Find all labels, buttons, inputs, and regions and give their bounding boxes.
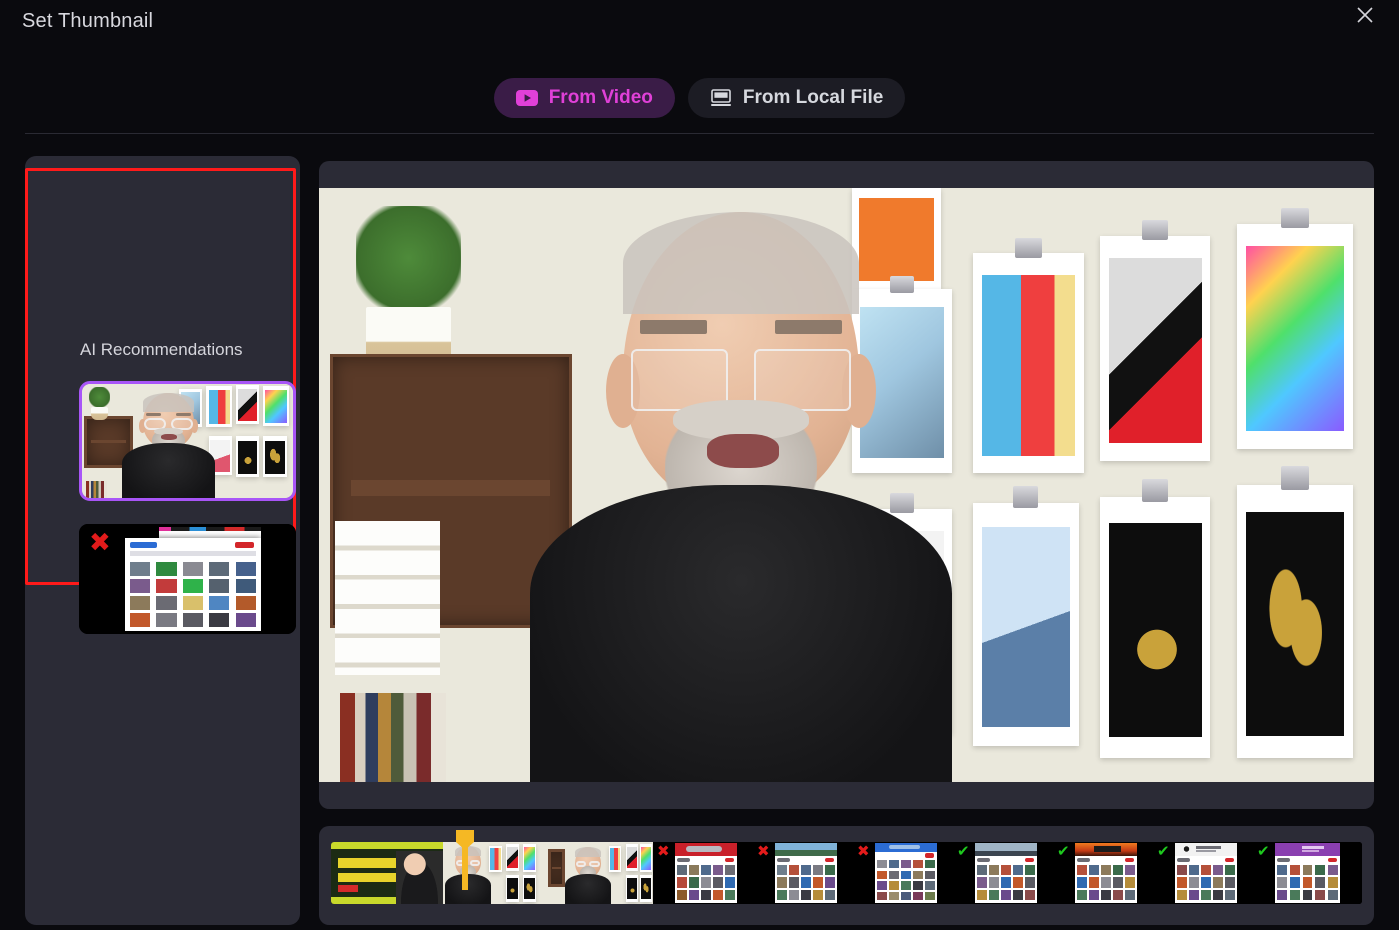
header-divider	[25, 133, 1374, 134]
frame-mark-icon: ✖	[657, 842, 670, 860]
frame-mark-icon: ✔	[1157, 842, 1170, 860]
tab-from-local-file-label: From Local File	[742, 87, 884, 108]
monitor-icon	[710, 89, 732, 107]
filmstrip-frame[interactable]	[331, 842, 443, 904]
frame-mark-icon: ✖	[857, 842, 870, 860]
frame-mark-icon: ✖	[757, 842, 770, 860]
video-preview-panel	[319, 161, 1374, 809]
ai-recommendations-panel: AI Recommendations ✖	[25, 156, 300, 925]
tab-from-local-file[interactable]: From Local File	[687, 78, 906, 118]
ai-recommendations-heading: AI Recommendations	[80, 340, 243, 359]
recommendation-thumbnail-2[interactable]: ✖	[79, 524, 296, 634]
video-preview-frame[interactable]	[319, 188, 1374, 782]
close-icon	[1355, 5, 1375, 25]
filmstrip-track[interactable]: ✖ ✖ ✖ ✔ ✔ ✔ ✔	[331, 842, 1362, 904]
preview-artwork	[319, 188, 1374, 782]
frame-mark-icon: ✔	[1057, 842, 1070, 860]
frame-mark-icon: ✔	[1257, 842, 1270, 860]
filmstrip-panel[interactable]: ✖ ✖ ✖ ✔ ✔ ✔ ✔	[319, 826, 1374, 925]
thumbnail-artwork	[82, 384, 293, 498]
filmstrip-frame[interactable]	[443, 842, 548, 904]
page-title: Set Thumbnail	[22, 10, 154, 32]
filmstrip-frame[interactable]: ✖	[653, 842, 753, 904]
reject-mark-icon: ✖	[89, 528, 111, 558]
frame-artwork	[548, 842, 653, 904]
recommendation-thumbnail-1[interactable]	[79, 381, 296, 501]
filmstrip-frame[interactable]: ✔	[1253, 842, 1362, 904]
tab-from-video[interactable]: From Video	[493, 78, 675, 118]
thumbnail-artwork	[79, 524, 296, 634]
youtube-play-icon	[515, 90, 538, 106]
frame-mark-icon: ✔	[957, 842, 970, 860]
ai-recommendations-highlight	[25, 168, 296, 585]
frame-artwork	[443, 842, 548, 904]
filmstrip-frame[interactable]: ✖	[753, 842, 853, 904]
tab-from-video-label: From Video	[548, 87, 653, 108]
filmstrip-frame[interactable]: ✖	[853, 842, 953, 904]
filmstrip-frame[interactable]: ✔	[953, 842, 1053, 904]
filmstrip-frame[interactable]	[548, 842, 653, 904]
source-tab-bar: From Video From Local File	[0, 78, 1399, 118]
close-button[interactable]	[1343, 0, 1387, 30]
frame-artwork	[331, 842, 443, 904]
filmstrip-frame[interactable]: ✔	[1053, 842, 1153, 904]
filmstrip-frame[interactable]: ✔	[1153, 842, 1253, 904]
